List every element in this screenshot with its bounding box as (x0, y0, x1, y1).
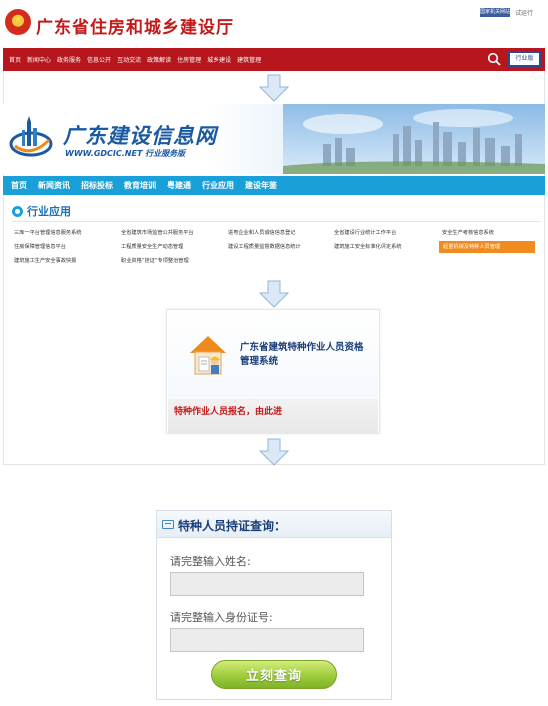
name-input[interactable] (170, 572, 364, 596)
gdcic-logo-icon (9, 116, 53, 157)
gdcic-subtitle: WWW.GDCIC.NET 行业服务版 (65, 149, 186, 158)
id-number-label: 请完整输入身份证号: (170, 611, 273, 624)
app-link[interactable]: 建设工程质量监督数据信息统计 (228, 241, 301, 254)
system-title: 广东省建筑特种作业人员资格管理系统 (240, 342, 364, 367)
gdcic-nav-industry-apps[interactable]: 行业应用 (202, 180, 234, 191)
nav-item-housing[interactable]: 住房管理 (177, 55, 201, 64)
gov-site-title[interactable]: 广东省住房和城乡建设厅 (36, 13, 234, 38)
nav-item-home[interactable]: 首页 (9, 55, 21, 64)
gov-site-badge[interactable]: 国家机关网站标识 (480, 8, 510, 24)
section-divider (12, 221, 540, 222)
app-link[interactable]: 三库一平台管理信息服务系统 (14, 227, 81, 240)
query-title: 特种人员持证查询： (178, 519, 287, 533)
app-link[interactable]: 全省建设行业统计工作平台 (334, 227, 396, 240)
national-emblem-icon (5, 9, 31, 35)
house-worker-icon (190, 336, 226, 375)
query-submit-button[interactable]: 立刻查询 (211, 660, 337, 689)
app-link[interactable]: 安全生产考核信息系统 (442, 227, 494, 240)
nav-item-disclosure[interactable]: 信息公开 (87, 55, 111, 64)
nav-item-construction[interactable]: 建筑管理 (237, 55, 261, 64)
industry-edition-button[interactable]: 行业版 (508, 51, 541, 67)
down-arrow-icon (258, 438, 290, 466)
app-link[interactable]: 住房保障管理信息平台 (14, 241, 66, 254)
gdcic-nav-bidding[interactable]: 招标投标 (81, 180, 113, 191)
app-circle-icon (12, 205, 23, 217)
section-title: 行业应用 (27, 205, 71, 218)
gov-header: 广东省住房和城乡建设厅 国家机关网站标识 试运行 (3, 3, 545, 47)
gdcic-nav-home[interactable]: 首页 (11, 180, 27, 191)
certificate-query-panel: 特种人员持证查询： 请完整输入姓名: 请完整输入身份证号: 立刻查询 (156, 510, 392, 700)
name-label: 请完整输入姓名: (170, 555, 251, 568)
trial-run-label[interactable]: 试运行 (515, 8, 533, 17)
search-icon[interactable] (487, 52, 501, 66)
down-arrow-icon (258, 280, 290, 308)
app-link[interactable]: 建筑施工生产安全事故快报 (14, 255, 76, 268)
nav-item-policy[interactable]: 政策解读 (147, 55, 171, 64)
gdcic-nav-training[interactable]: 教育培训 (124, 180, 156, 191)
gov-main-nav: 首页 新闻中心 政务服务 信息公开 互动交流 政策解读 住房管理 城乡建设 建筑… (3, 48, 545, 71)
panel-title-icon (162, 520, 174, 529)
gdcic-nav-yuejiantong[interactable]: 粤建通 (167, 180, 191, 191)
industry-apps-heading: 行业应用 (12, 203, 71, 219)
nav-item-interaction[interactable]: 互动交流 (117, 55, 141, 64)
enrollment-entry-link[interactable]: 特种作业人员报名，由此进 (174, 404, 282, 417)
query-panel-header: 特种人员持证查询： (157, 511, 391, 538)
id-number-input[interactable] (170, 628, 364, 652)
app-link[interactable]: 进粤企业和人员诚信信息登记 (228, 227, 295, 240)
gdcic-nav: 首页 新闻资讯 招标投标 教育培训 粤建通 行业应用 建设年鉴 (3, 176, 545, 195)
down-arrow-icon (258, 74, 290, 102)
app-link[interactable]: 全省建筑市场监管公共服务平台 (121, 227, 194, 240)
special-personnel-app-link[interactable]: 起重机械及特种人员管理 (439, 241, 535, 253)
gdcic-banner: 广东建设信息网 WWW.GDCIC.NET 行业服务版 (3, 104, 545, 174)
app-link[interactable]: 建筑施工安全标准化评定系统 (334, 241, 401, 254)
nav-item-services[interactable]: 政务服务 (57, 55, 81, 64)
gdcic-title[interactable]: 广东建设信息网 (63, 120, 217, 150)
special-personnel-system-card[interactable]: 广东省建筑特种作业人员资格管理系统 特种作业人员报名，由此进 (166, 309, 380, 434)
app-link[interactable]: 职业资格“挂证”专项整治管理 (121, 255, 189, 268)
app-link[interactable]: 工程质量安全生产动态管理 (121, 241, 183, 254)
gdcic-nav-news[interactable]: 新闻资讯 (38, 180, 70, 191)
card-footer: 特种作业人员报名，由此进 (168, 398, 378, 434)
gdcic-nav-yearbook[interactable]: 建设年鉴 (245, 180, 277, 191)
nav-item-urban-rural[interactable]: 城乡建设 (207, 55, 231, 64)
card-header: 广东省建筑特种作业人员资格管理系统 (168, 311, 378, 397)
nav-item-news[interactable]: 新闻中心 (27, 55, 51, 64)
city-skyline-image (283, 104, 545, 174)
